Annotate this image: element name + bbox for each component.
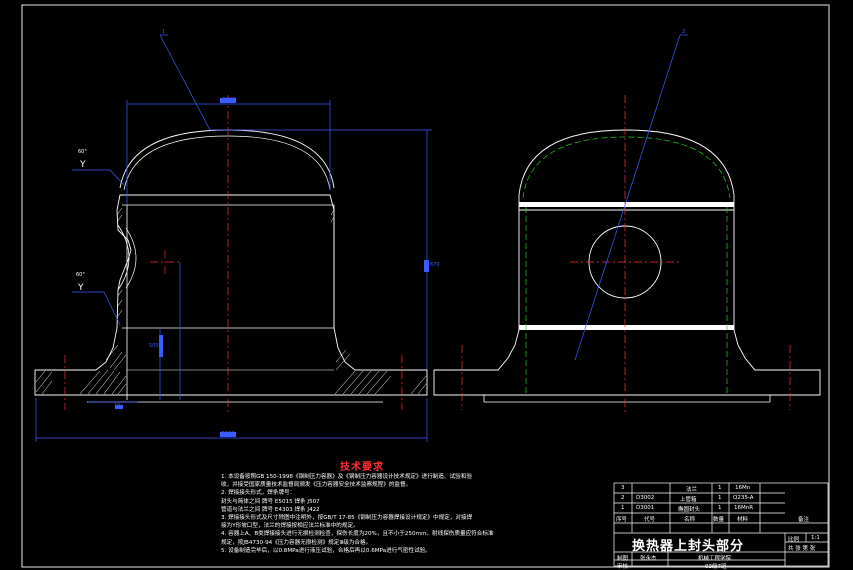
part-row-3-name: 法兰 — [686, 487, 698, 493]
part-row-1-code: D3001 — [636, 505, 655, 511]
part-row-1-name: 椭圆封头 — [678, 507, 701, 513]
note-line: 封头与简体之间 牌号 E5015 焊条 J507 — [221, 498, 320, 505]
header-name: 名称 — [684, 517, 696, 523]
part-row-3-no: 3 — [621, 485, 625, 491]
note-line: 5. 设备制造完毕后，以0.8MPa进行液压试验，合格后再以0.6MPa进行气密… — [221, 547, 431, 554]
weld-angle-label-1: 60° — [78, 149, 87, 155]
part-row-3-material: 16Mn — [735, 485, 751, 491]
checker-label: 审核 — [617, 564, 629, 570]
note-line: 管道与法兰之间 牌号 E4303 焊条 J422 — [221, 506, 320, 513]
left-flange-outline — [34, 194, 428, 396]
designer-label: 制图 — [617, 556, 629, 562]
callout-right-label: 2 — [682, 29, 685, 35]
header-code: 代号 — [644, 517, 656, 523]
note-line: 收，并接受国家质量技术监督局颁发《压力容器安全技术监察规程》的监督。 — [221, 482, 412, 489]
weld-y-label-2: Y — [77, 283, 84, 293]
note-line: 1. 本设备按照GB 150-1998《钢制压力容器》及《钢制压力容器设计技术规… — [221, 474, 472, 480]
header-material: 材料 — [737, 517, 749, 523]
dim-bottom-text: Φ860 — [221, 431, 235, 437]
part-row-1-material: 16MnR — [734, 505, 754, 511]
weld-angle-label-2: 60° — [76, 272, 85, 278]
header-no: 序号 — [616, 517, 628, 523]
callout-left-label: 1 — [162, 29, 165, 35]
dim-height-tag — [424, 260, 429, 272]
note-line: 接为Y形坡口型，法兰的焊接按相应法兰标准中的规定。 — [221, 523, 359, 530]
dim-inner-tag — [159, 335, 163, 357]
part-row-2-material: Q235-A — [733, 495, 754, 501]
part-row-2-name: 上管箱 — [680, 497, 697, 503]
note-line: 3. 焊接接头形式及尺寸除图中注明外，按GB/T 17-85《钢制压力容器焊接设… — [221, 515, 473, 522]
part-row-1-no: 1 — [621, 505, 625, 511]
dim-height-text: 670 — [430, 262, 440, 268]
part-row-2-code: D3002 — [636, 495, 655, 501]
class-name: 03级7班 — [705, 564, 727, 570]
header-qty: 数量 — [713, 517, 725, 523]
note-line: 规定，按JB4730-94《压力容器无损检测》规定Ⅲ级为合格。 — [221, 539, 372, 546]
part-row-1-qty: 1 — [718, 505, 722, 511]
sheet-label: 共 张 第 张 — [788, 546, 816, 552]
dim-top-text: Φ500 — [222, 97, 236, 103]
part-row-2-qty: 1 — [718, 495, 722, 501]
note-line: 4. 容器上A、B类焊接接头进行无损检测检查，探伤长度为20%，且不小于250m… — [221, 531, 494, 538]
part-row-3-qty: 1 — [718, 485, 722, 491]
dim-bottom-thk-text: 10 — [114, 403, 121, 409]
weld-y-label-1: Y — [79, 160, 86, 170]
right-elevation-view: 2 — [433, 29, 821, 415]
scale-value: 1:1 — [811, 535, 820, 541]
left-section-view: Y 60° Y 60° 1 — [34, 29, 432, 442]
part-row-2-no: 2 — [621, 495, 625, 501]
technical-requirements-notes: 1. 本设备按照GB 150-1998《钢制压力容器》及《钢制压力容器设计技术规… — [221, 473, 606, 555]
dim-inner-height-text: 500 — [149, 343, 159, 349]
header-note: 备注 — [798, 517, 810, 523]
school-name: 机械工程学院 — [698, 556, 732, 562]
note-line: 2. 焊接接头形式，焊条牌号： — [221, 490, 296, 497]
scale-label: 比例 — [788, 537, 800, 543]
technical-requirements-title: 技术要求 — [340, 462, 384, 473]
designer-name: 张永杰 — [640, 556, 657, 562]
drawing-title: 换热器上封头部分 — [632, 539, 745, 554]
